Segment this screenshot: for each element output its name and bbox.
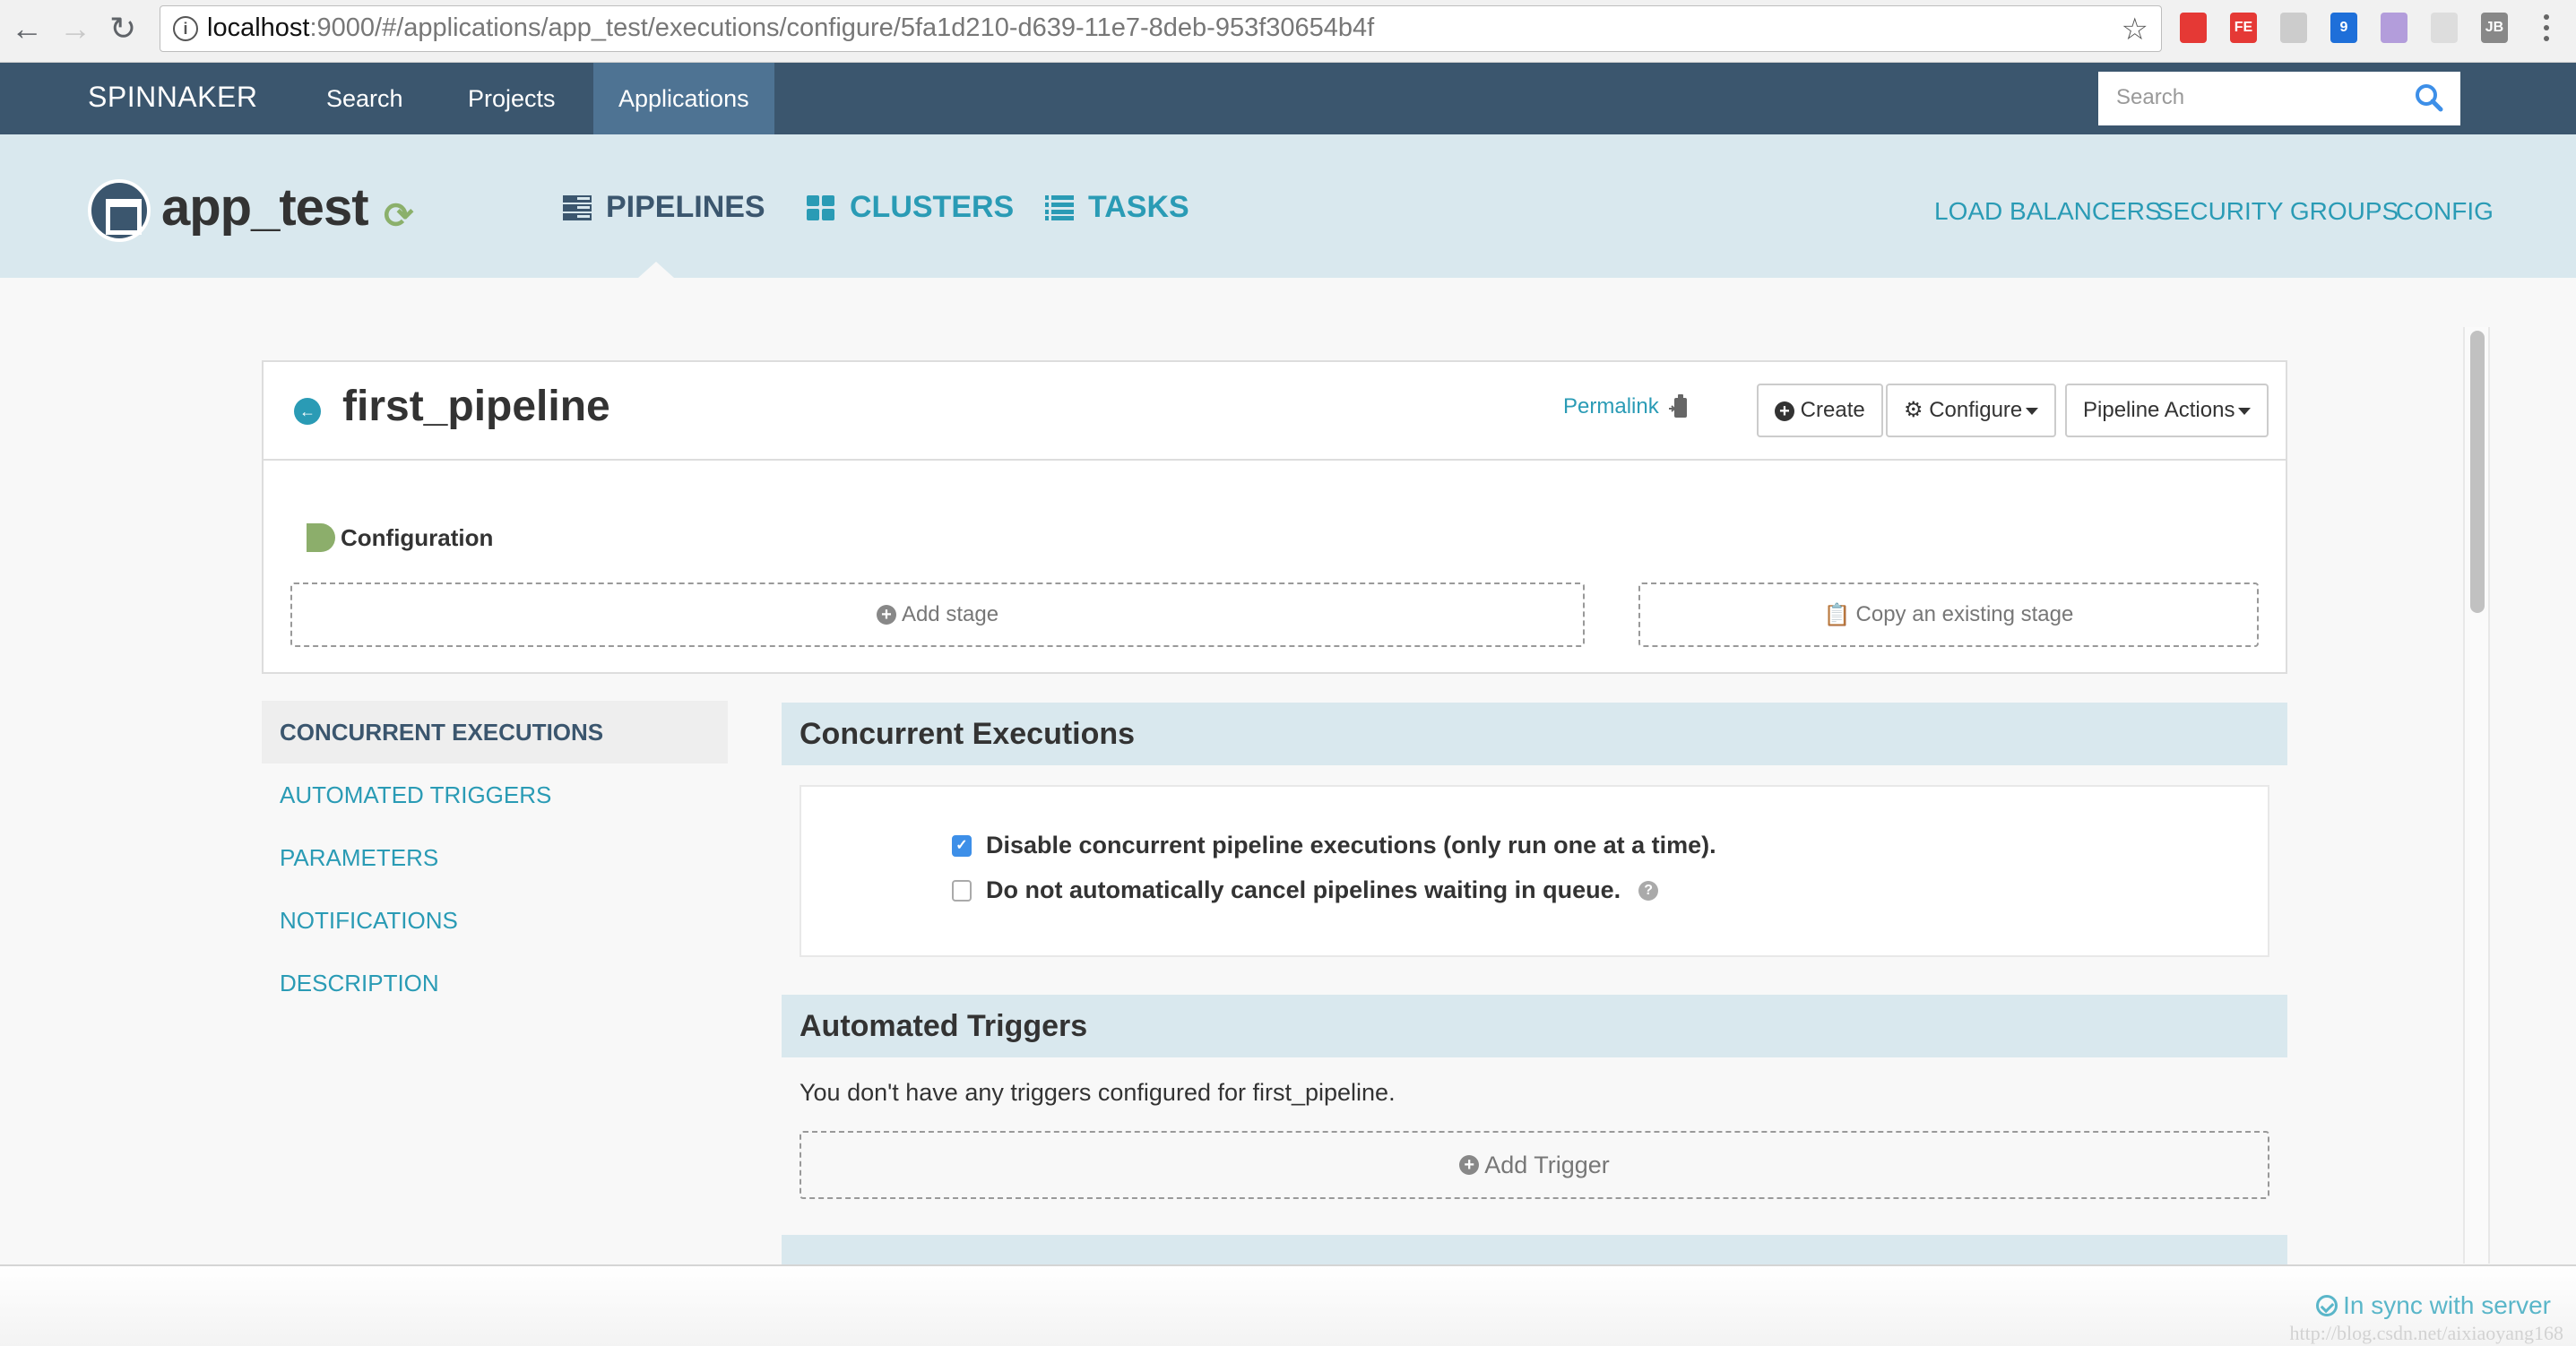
plus-circle-icon: + xyxy=(876,605,896,625)
watermark: http://blog.csdn.net/aixiaoyang168 xyxy=(2289,1322,2563,1344)
back-arrow-icon[interactable]: ← xyxy=(11,13,43,45)
back-circle-icon[interactable]: ← xyxy=(294,398,321,425)
create-label: Create xyxy=(1800,398,1865,422)
nav-projects[interactable]: Projects xyxy=(443,63,581,134)
caret-down-icon xyxy=(2026,407,2039,415)
sidenav-parameters[interactable]: PARAMETERS xyxy=(262,826,728,889)
search-icon[interactable] xyxy=(2414,82,2444,113)
caret-down-icon xyxy=(2238,407,2252,415)
nav-applications[interactable]: Applications xyxy=(593,63,774,134)
concurrent-executions-panel: ✓ Disable concurrent pipeline executions… xyxy=(800,785,2269,957)
no-triggers-message: You don't have any triggers configured f… xyxy=(800,1079,1396,1106)
bookmark-star-icon[interactable]: ☆ xyxy=(2122,12,2148,47)
no-cancel-checkbox[interactable] xyxy=(952,879,972,902)
plus-circle-icon: + xyxy=(1775,401,1794,421)
link-load-balancers[interactable]: LOAD BALANCERS xyxy=(1934,197,2162,226)
reader-extension-icon[interactable] xyxy=(2431,13,2458,43)
add-trigger-label: Add Trigger xyxy=(1484,1151,1610,1178)
url-path: :9000/#/applications/app_test/executions… xyxy=(309,13,1375,42)
tab-clusters[interactable]: CLUSTERS xyxy=(807,190,1014,225)
link-config[interactable]: CONFIG xyxy=(2396,197,2494,226)
sitemap-extension-icon[interactable] xyxy=(2280,13,2307,43)
configuration-stage-label: Configuration xyxy=(341,523,494,551)
info-icon[interactable]: i xyxy=(173,16,198,41)
pipeline-actions-button[interactable]: Pipeline Actions xyxy=(2065,384,2269,437)
url-text[interactable]: localhost:9000/#/applications/app_test/e… xyxy=(207,13,1374,43)
tab-tasks[interactable]: TASKS xyxy=(1045,190,1189,225)
pipeline-card: ← first_pipeline Permalink + Create ⚙ Co… xyxy=(262,360,2287,674)
tasks-list-icon xyxy=(1045,194,1074,220)
disable-concurrent-checkbox[interactable]: ✓ xyxy=(952,834,972,857)
tab-tasks-label: TASKS xyxy=(1088,190,1189,224)
pipelines-icon xyxy=(563,194,592,220)
pipeline-header: ← first_pipeline Permalink + Create ⚙ Co… xyxy=(264,362,2286,461)
copy-stage-button[interactable]: 📋 Copy an existing stage xyxy=(1638,582,2259,647)
global-search xyxy=(2098,72,2460,125)
top-navbar: SPINNAKER Search Projects Applications xyxy=(0,63,2576,134)
tab-pipelines-label: PIPELINES xyxy=(606,190,765,224)
adblock-icon[interactable] xyxy=(2180,13,2207,43)
application-header: app_test ⟳ PIPELINES CLUSTERS TASKS LOAD… xyxy=(0,134,2576,278)
link-security-groups[interactable]: SECURITY GROUPS xyxy=(2157,197,2399,226)
refresh-icon[interactable]: ⟳ xyxy=(384,195,414,237)
configure-label: Configure xyxy=(1929,398,2023,422)
page-scrollbar[interactable] xyxy=(2463,327,2490,1264)
sync-status: In sync with server xyxy=(2316,1291,2551,1320)
pipeline-actions-label: Pipeline Actions xyxy=(2083,398,2235,422)
add-stage-label: Add stage xyxy=(901,602,999,626)
gear-icon: ⚙ xyxy=(1904,398,1923,422)
status-footer: In sync with server http://blog.csdn.net… xyxy=(0,1264,2576,1346)
copy-icon: 📋 xyxy=(1823,602,1851,627)
brand-logo[interactable]: SPINNAKER xyxy=(88,81,257,114)
no-cancel-option[interactable]: Do not automatically cancel pipelines wa… xyxy=(952,876,1659,904)
feather-extension-icon[interactable] xyxy=(2381,13,2407,43)
tab-clusters-label: CLUSTERS xyxy=(850,190,1015,224)
reload-icon[interactable]: ↻ xyxy=(109,13,136,45)
help-icon[interactable]: ? xyxy=(1638,880,1659,901)
check-circle-icon xyxy=(2316,1295,2338,1316)
copy-stage-label: Copy an existing stage xyxy=(1855,602,2074,626)
gear-extension-icon[interactable]: 9 xyxy=(2330,13,2357,43)
parameters-heading: Parameters xyxy=(782,1235,2287,1264)
disable-concurrent-label: Disable concurrent pipeline executions (… xyxy=(986,832,1716,859)
sync-status-label: In sync with server xyxy=(2343,1291,2551,1319)
no-cancel-label: Do not automatically cancel pipelines wa… xyxy=(986,876,1621,903)
pipeline-name: first_pipeline xyxy=(342,383,610,430)
configure-button[interactable]: ⚙ Configure xyxy=(1886,384,2057,437)
search-input[interactable] xyxy=(2098,72,2394,124)
tab-pipelines[interactable]: PIPELINES xyxy=(563,190,765,225)
browser-menu-icon[interactable] xyxy=(2544,14,2549,45)
config-sidenav: CONCURRENT EXECUTIONS AUTOMATED TRIGGERS… xyxy=(262,701,728,1014)
sidenav-automated-triggers[interactable]: AUTOMATED TRIGGERS xyxy=(262,764,728,826)
stage-marker-icon xyxy=(307,523,335,552)
browser-toolbar: ← → ↻ i localhost:9000/#/applications/ap… xyxy=(0,0,2576,63)
url-host: localhost xyxy=(207,13,310,42)
disable-concurrent-option[interactable]: ✓ Disable concurrent pipeline executions… xyxy=(952,832,1716,859)
add-stage-button[interactable]: + Add stage xyxy=(290,582,1585,647)
clusters-icon xyxy=(807,194,834,220)
automated-triggers-heading: Automated Triggers xyxy=(782,995,2287,1057)
scrollbar-thumb[interactable] xyxy=(2470,331,2485,613)
configuration-stage[interactable]: Configuration xyxy=(307,523,493,552)
permalink-link[interactable]: Permalink xyxy=(1563,394,1659,419)
sidenav-concurrent-executions[interactable]: CONCURRENT EXECUTIONS xyxy=(262,701,728,764)
application-icon xyxy=(88,179,151,242)
concurrent-executions-heading: Concurrent Executions xyxy=(782,703,2287,765)
sidenav-description[interactable]: DESCRIPTION xyxy=(262,952,728,1014)
fe-extension-icon[interactable]: FE xyxy=(2230,13,2257,43)
create-button[interactable]: + Create xyxy=(1757,384,1883,437)
nav-search[interactable]: Search xyxy=(301,63,428,134)
jb-extension-icon[interactable]: JB xyxy=(2481,13,2508,43)
clipboard-icon[interactable] xyxy=(1669,394,1689,419)
application-name: app_test xyxy=(161,178,369,237)
sidenav-notifications[interactable]: NOTIFICATIONS xyxy=(262,889,728,952)
add-trigger-button[interactable]: + Add Trigger xyxy=(800,1131,2269,1199)
plus-circle-icon: + xyxy=(1459,1155,1480,1175)
address-bar[interactable]: i localhost:9000/#/applications/app_test… xyxy=(160,5,2162,52)
active-tab-indicator xyxy=(638,262,674,278)
forward-arrow-icon[interactable]: → xyxy=(59,13,91,45)
